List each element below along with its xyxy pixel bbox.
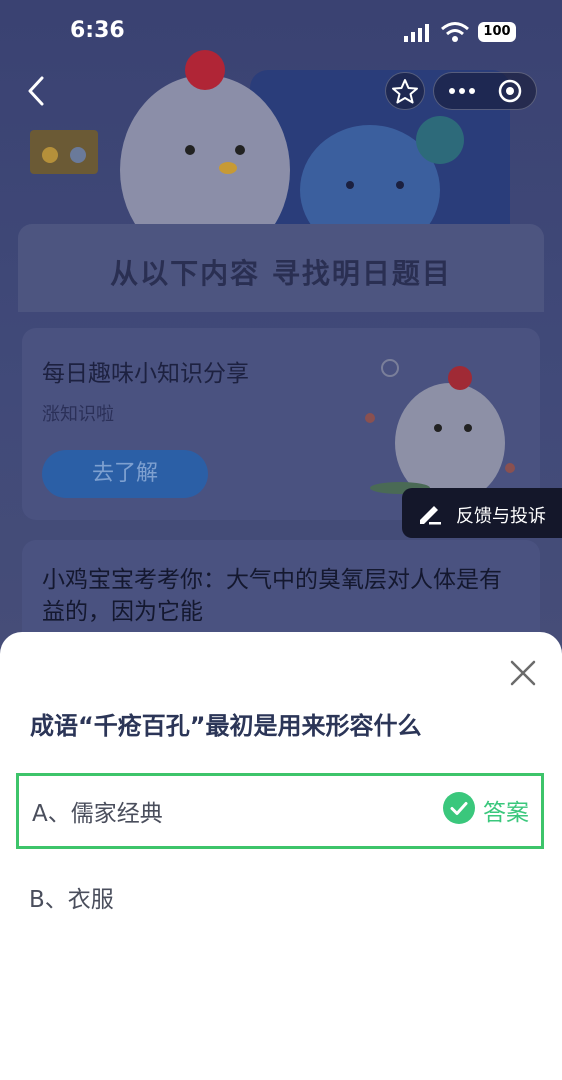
feedback-button[interactable]: 反馈与投诉: [402, 488, 562, 538]
quiz-bottom-sheet: [0, 632, 562, 1080]
quiz-question: 成语“千疮百孔”最初是用来形容什么: [30, 712, 422, 740]
chick-illustration: [365, 359, 515, 503]
answer-badge: 答案: [483, 800, 529, 826]
option-a[interactable]: A、儒家经典 答案: [16, 773, 544, 849]
banner: 从以下内容 寻找明日题目: [18, 224, 544, 312]
more-icon[interactable]: [434, 73, 486, 109]
menu-pill: [433, 72, 537, 110]
learn-more-button[interactable]: 去了解: [42, 450, 208, 498]
close-icon[interactable]: [508, 658, 538, 688]
question-card-text: 小鸡宝宝考考你：大气中的臭氧层对人体是有益的，因为它能: [42, 567, 502, 625]
edit-icon: [420, 506, 441, 525]
option-a-label: A、儒家经典: [32, 801, 163, 827]
wifi-icon: [441, 22, 469, 42]
option-b[interactable]: B、衣服: [16, 860, 544, 930]
banner-title: 从以下内容 寻找明日题目: [110, 257, 452, 290]
feedback-label: 反馈与投诉: [456, 506, 546, 527]
battery-indicator: 100: [478, 22, 516, 42]
star-icon: [392, 79, 418, 104]
option-b-label: B、衣服: [29, 887, 114, 913]
mini-program-capsule: [385, 72, 537, 110]
favorite-button[interactable]: [385, 72, 425, 110]
back-arrow-icon[interactable]: [22, 74, 52, 108]
status-bar: 6:36 100: [0, 0, 562, 64]
signal-icon: [404, 24, 429, 42]
check-circle-icon: [443, 792, 475, 824]
card-subtitle: 涨知识啦: [42, 404, 114, 425]
status-time: 6:36: [70, 18, 125, 43]
card-title: 每日趣味小知识分享: [42, 361, 249, 387]
record-icon[interactable]: [486, 73, 536, 109]
